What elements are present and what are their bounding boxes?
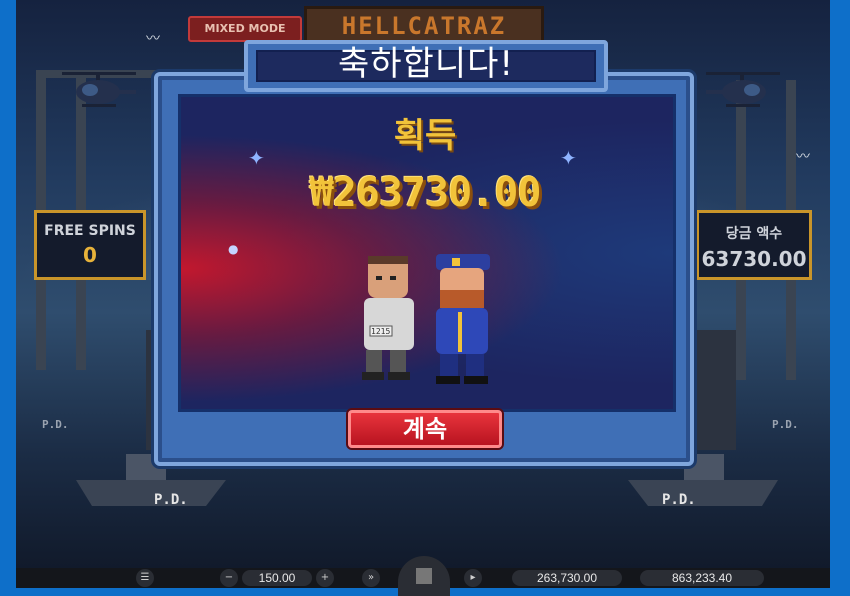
- continue-button[interactable]: 계속: [348, 410, 502, 448]
- fast-forward-icon: »: [367, 572, 375, 583]
- boat-label: P.D.: [42, 418, 69, 431]
- helicopter-icon: [706, 72, 780, 107]
- police-officer-figure: [436, 254, 490, 384]
- boat-label: P.D.: [154, 492, 188, 508]
- balance-display: 863,233.40: [640, 570, 764, 586]
- helicopter-icon: [62, 72, 136, 107]
- boat-label: P.D.: [662, 492, 696, 508]
- menu-button[interactable]: ☰: [136, 569, 154, 587]
- modal-title-plate: 축하합니다!: [244, 40, 608, 92]
- bet-decrease-button[interactable]: −: [220, 569, 238, 587]
- minus-icon: −: [224, 572, 234, 583]
- bet-amount: 150.00: [242, 570, 312, 586]
- prisoner-number: 1215: [371, 327, 390, 336]
- win-amount: ₩263730.00: [309, 170, 542, 216]
- play-icon: ▸: [470, 572, 476, 583]
- win-label: 획득: [393, 116, 457, 156]
- boat-label: P.D.: [772, 418, 799, 431]
- free-spins-value: 0: [83, 243, 97, 267]
- win-display: 263,730.00: [512, 570, 622, 586]
- total-win-label: 당금 액수: [725, 226, 783, 242]
- prisoner-figure: 1215: [362, 256, 414, 380]
- free-spins-label: FREE SPINS: [44, 223, 136, 239]
- hamburger-icon: ☰: [140, 572, 150, 583]
- autoplay-button[interactable]: »: [362, 569, 380, 587]
- free-spins-panel: FREE SPINS 0: [34, 210, 146, 280]
- mixed-mode-badge: MIXED MODE: [188, 16, 302, 42]
- modal-title: 축하합니다!: [337, 44, 515, 84]
- stop-icon: [416, 568, 432, 584]
- plus-icon: +: [320, 572, 330, 583]
- turbo-button[interactable]: ▸: [464, 569, 482, 587]
- characters-illustration: 1215: [362, 254, 490, 384]
- sparkle-icon: ●: [228, 242, 239, 256]
- bet-increase-button[interactable]: +: [316, 569, 334, 587]
- seagull-icon: 〰: [146, 31, 160, 47]
- total-win-value: 63730.00: [701, 247, 807, 271]
- total-win-panel: 당금 액수 63730.00: [696, 210, 812, 280]
